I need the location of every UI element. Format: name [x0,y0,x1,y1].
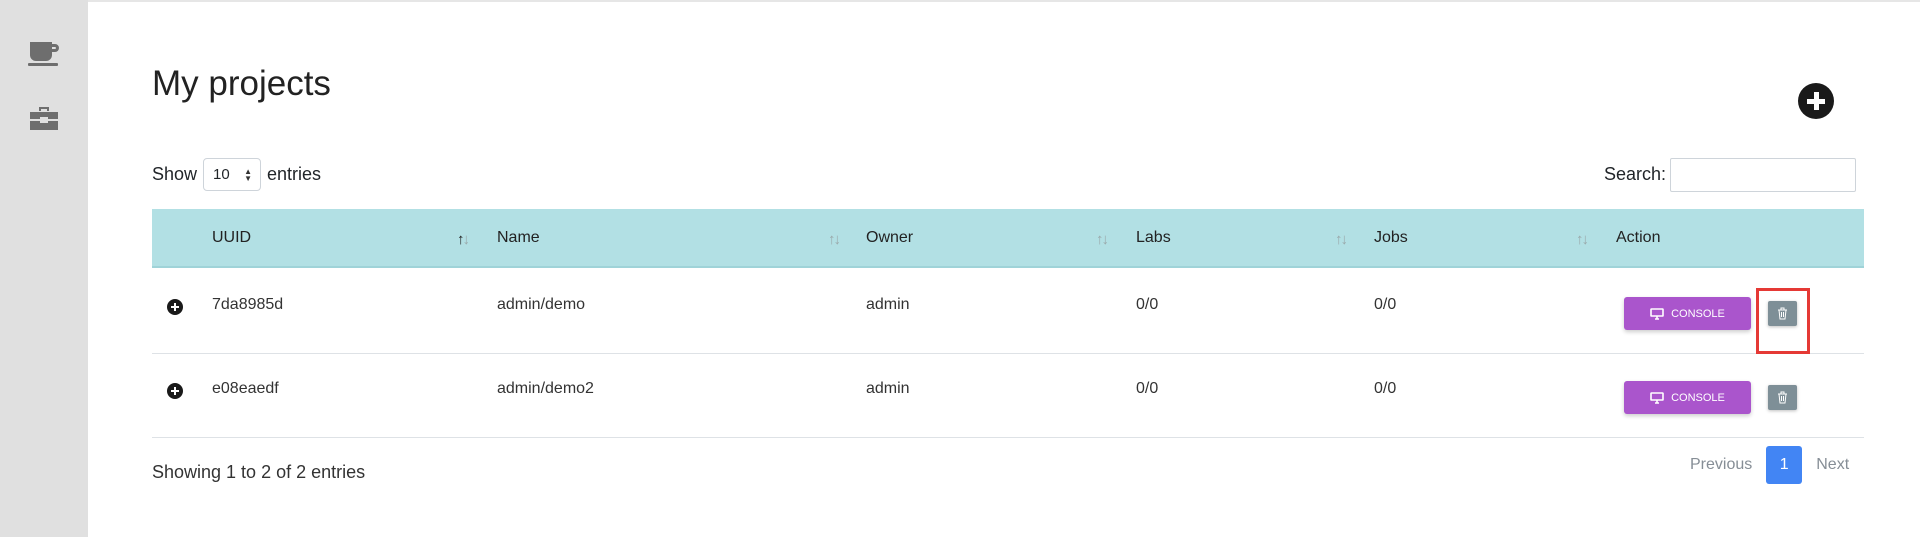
cell-labs: 0/0 [1136,296,1159,313]
cell-jobs: 0/0 [1374,296,1397,313]
sort-icon[interactable]: ↑↓ [828,231,841,248]
monitor-icon [1650,391,1664,404]
expand-row-plus-icon[interactable] [167,383,183,399]
expand-row-plus-icon[interactable] [167,299,183,315]
sort-ascending-icon[interactable]: ↑↓ [457,231,470,248]
coffee-cup-icon[interactable] [27,37,61,71]
sort-icon[interactable]: ↑↓ [1096,231,1109,248]
search-label: Search: [1604,164,1667,184]
sidebar [0,0,88,537]
delete-button[interactable] [1768,385,1797,410]
cell-name: admin/demo2 [497,380,594,397]
monitor-icon [1650,307,1664,320]
console-label: CONSOLE [1671,307,1725,320]
entries-label: entries [267,164,322,184]
cell-labs: 0/0 [1136,380,1159,397]
cell-uuid: e08eaedf [212,380,279,397]
column-header-action: Action [1616,229,1661,246]
column-header-owner[interactable]: Owner [866,229,913,247]
length-menu: Show 10 ▲ ▼ entries [152,158,321,191]
sort-icon[interactable]: ↑↓ [1576,231,1589,248]
table-header: UUID ↑↓ Name ↑↓ Owner ↑↓ Labs ↑↓ Jobs ↑↓… [152,209,1864,268]
console-button[interactable]: CONSOLE [1624,381,1751,414]
search-input[interactable] [1670,158,1856,192]
console-button[interactable]: CONSOLE [1624,297,1751,330]
select-arrows-icon: ▲ ▼ [244,167,253,183]
cell-owner: admin [866,380,910,397]
entries-per-page-value: 10 [213,166,230,183]
pagination: Previous 1 Next [1690,446,1849,484]
table-info: Showing 1 to 2 of 2 entries [152,462,366,482]
trash-icon [1778,391,1787,404]
entries-per-page-select[interactable]: 10 ▲ ▼ [203,158,262,191]
show-label: Show [152,164,198,184]
table-row: e08eaedf admin/demo2 admin 0/0 0/0 CONSO… [152,354,1864,438]
cell-jobs: 0/0 [1374,380,1397,397]
top-divider [88,0,1920,2]
column-header-name[interactable]: Name [497,229,540,247]
next-page-button[interactable]: Next [1816,456,1849,474]
cell-name: admin/demo [497,296,586,313]
delete-button-highlight [1756,288,1810,354]
projects-table: UUID ↑↓ Name ↑↓ Owner ↑↓ Labs ↑↓ Jobs ↑↓… [152,209,1864,438]
table-row: 7da8985d admin/demo admin 0/0 0/0 CONSOL… [152,270,1864,354]
cell-uuid: 7da8985d [212,296,284,313]
add-project-plus-circle-icon[interactable] [1798,83,1834,119]
previous-page-button[interactable]: Previous [1690,456,1752,474]
console-label: CONSOLE [1671,391,1725,404]
column-header-jobs[interactable]: Jobs [1374,229,1408,247]
page-title: My projects [152,64,331,103]
page-button-current[interactable]: 1 [1766,446,1803,484]
toolbox-icon[interactable] [27,101,61,135]
column-header-uuid[interactable]: UUID [212,229,251,247]
cell-owner: admin [866,296,910,313]
sort-icon[interactable]: ↑↓ [1335,231,1348,248]
column-header-labs[interactable]: Labs [1136,229,1171,247]
